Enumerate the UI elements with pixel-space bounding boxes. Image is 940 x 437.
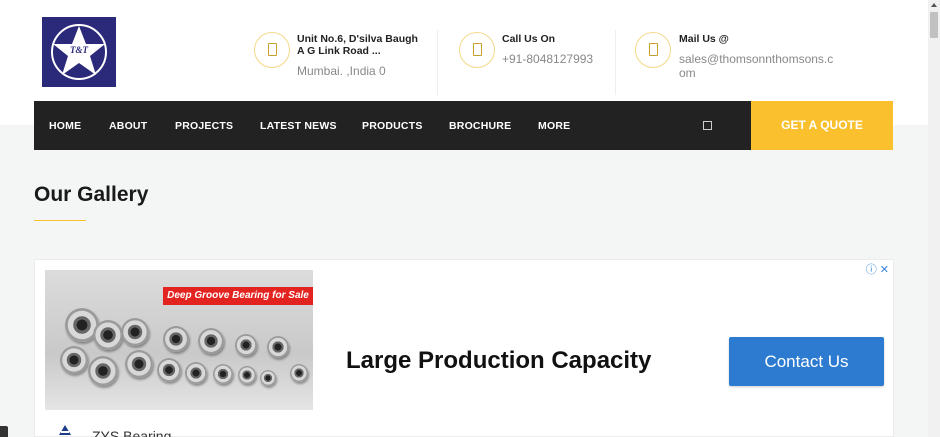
bearing-image <box>93 320 123 350</box>
ad-image-banner: Deep Groove Bearing for Sale <box>163 287 313 305</box>
divider <box>437 30 438 95</box>
bearing-image <box>88 356 118 386</box>
bearing-image <box>60 346 88 374</box>
bearing-image <box>290 364 308 382</box>
main-nav: HOME ABOUT PROJECTS LATEST NEWS PRODUCTS… <box>34 101 751 150</box>
location-icon <box>254 32 290 68</box>
address-title: Unit No.6, D'silva Baugh A G Link Road .… <box>297 33 418 57</box>
bearing-image <box>260 370 276 386</box>
bearing-image <box>185 362 207 384</box>
get-quote-button[interactable]: GET A QUOTE <box>751 101 893 150</box>
divider <box>615 30 616 95</box>
phone-icon <box>459 32 495 68</box>
vertical-scrollbar[interactable] <box>928 0 940 437</box>
page-title: Our Gallery <box>34 183 149 206</box>
mail-title: Mail Us @ <box>679 33 729 45</box>
nav-products[interactable]: PRODUCTS <box>362 120 423 132</box>
ad-headline[interactable]: Large Production Capacity <box>346 347 651 375</box>
nav-projects[interactable]: PROJECTS <box>175 120 233 132</box>
company-logo[interactable]: T&T <box>42 17 116 87</box>
bearing-image <box>267 336 289 358</box>
ad-choices-icon[interactable]: ⓘ ✕ <box>866 261 889 277</box>
bearing-image <box>213 364 233 384</box>
nav-latest-news[interactable]: LATEST NEWS <box>260 120 337 132</box>
bearing-image <box>163 326 189 352</box>
bearing-image <box>121 318 149 346</box>
nav-about[interactable]: ABOUT <box>109 120 147 132</box>
contact-us-button[interactable]: Contact Us <box>729 337 884 386</box>
call-value[interactable]: +91-8048127993 <box>502 52 593 66</box>
corner-tab[interactable] <box>0 426 8 437</box>
nav-more[interactable]: MORE <box>538 120 570 132</box>
mail-value[interactable]: sales@thomsonnthomsons.com <box>679 52 839 80</box>
bearings-image[interactable]: Deep Groove Bearing for Sale <box>45 270 313 410</box>
scroll-up-arrow-icon[interactable] <box>931 3 937 7</box>
bearing-image <box>198 328 224 354</box>
nav-home[interactable]: HOME <box>49 120 81 132</box>
bearing-image <box>238 366 256 384</box>
search-icon[interactable] <box>703 121 712 130</box>
logo-text: T&T <box>70 45 88 55</box>
ad-brand-name[interactable]: ZYS Bearing <box>92 428 171 437</box>
bearing-image <box>235 334 257 356</box>
bearing-image <box>125 350 153 378</box>
mail-icon <box>635 32 671 68</box>
scroll-thumb[interactable] <box>930 12 938 38</box>
nav-brochure[interactable]: BROCHURE <box>449 120 511 132</box>
bearing-image <box>157 358 181 382</box>
title-underline <box>34 220 86 221</box>
address-value: Mumbai. ,India 0 <box>297 64 386 78</box>
brand-logo-icon <box>59 425 71 435</box>
call-title: Call Us On <box>502 33 556 45</box>
ad-banner[interactable]: Deep Groove Bearing for Sale Large Produ… <box>34 259 894 437</box>
